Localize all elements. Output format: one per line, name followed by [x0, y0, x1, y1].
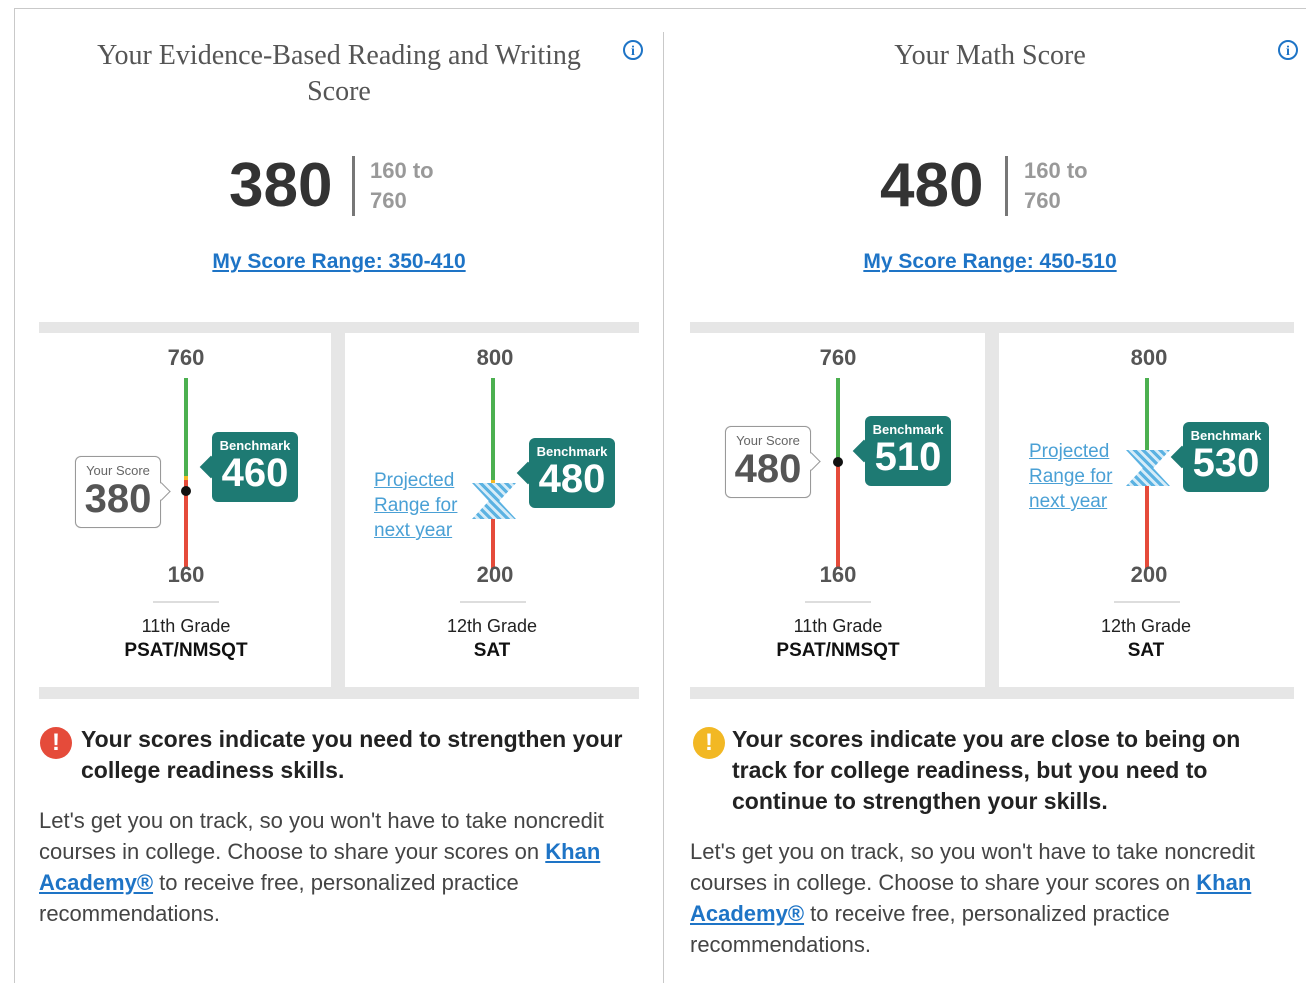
panel-left-border — [14, 8, 15, 983]
above-benchmark-line — [491, 378, 495, 480]
caution-alert-icon: ! — [693, 727, 725, 759]
ebrw-sat-chart: 800 Projected Range for next year Benchm… — [345, 333, 639, 687]
psat-exam-label: PSAT/NMSQT — [776, 640, 900, 661]
sat-top-tick: 800 — [1130, 345, 1168, 370]
projected-range-hatch — [472, 483, 516, 519]
benchmark-value: 480 — [538, 457, 606, 501]
above-benchmark-line — [1145, 378, 1149, 456]
your-score-label: Your Score — [736, 433, 800, 448]
psat-bottom-tick: 160 — [167, 562, 205, 587]
math-benchmark-charts: 760 Your Score 480 Benchmark 510 160 11t… — [690, 322, 1294, 699]
ebrw-psat-chart: 760 Your Score 380 Benchmark 460 160 11t… — [39, 333, 331, 687]
your-score-callout: Your Score 380 — [75, 456, 161, 528]
psat-top-tick: 760 — [819, 345, 857, 370]
above-benchmark-line — [184, 378, 188, 476]
ebrw-benchmark-charts: 760 Your Score 380 Benchmark 460 160 11t… — [39, 322, 639, 699]
sat-grade-label: 12th Grade — [446, 616, 538, 636]
ebrw-title: Your Evidence-Based Reading and Writing … — [97, 40, 581, 107]
ebrw-score-section: Your Evidence-Based Reading and Writing … — [39, 0, 643, 983]
ebrw-info-icon[interactable]: i — [623, 40, 643, 60]
math-psat-chart: 760 Your Score 480 Benchmark 510 160 11t… — [690, 333, 985, 687]
section-divider — [663, 32, 664, 983]
math-sat-chart: 800 Projected Range for next year Benchm… — [999, 333, 1294, 687]
your-score-value: 380 — [84, 477, 152, 521]
tick-underline — [805, 601, 871, 603]
projected-range-hatch — [1126, 450, 1170, 486]
sat-bottom-tick: 200 — [476, 562, 514, 587]
your-score-callout: Your Score 480 — [725, 426, 811, 498]
score-dot — [833, 457, 843, 467]
body-text-start: Let's get you on track, so you won't hav… — [690, 839, 1255, 895]
sat-exam-label: SAT — [473, 640, 511, 661]
benchmark-callout: Benchmark 530 — [1183, 422, 1269, 492]
sat-grade-label: 12th Grade — [1100, 616, 1192, 636]
projected-range-link[interactable]: Projected Range for next year — [374, 468, 466, 543]
math-total-score: 480 — [880, 151, 984, 220]
benchmark-value: 460 — [221, 451, 289, 495]
psat-grade-label: 11th Grade — [793, 616, 883, 636]
your-score-label: Your Score — [86, 463, 150, 478]
below-benchmark-line — [836, 458, 840, 569]
tick-underline — [153, 601, 219, 603]
psat-exam-label: PSAT/NMSQT — [124, 640, 248, 661]
ebrw-guidance-text: Let's get you on track, so you won't hav… — [39, 805, 609, 929]
sat-bottom-tick: 200 — [1130, 562, 1168, 587]
score-dot — [181, 486, 191, 496]
score-separator — [1005, 156, 1008, 216]
math-title: Your Math Score — [894, 40, 1086, 71]
math-alert-headline: Your scores indicate you are close to be… — [732, 726, 1241, 814]
benchmark-callout: Benchmark 510 — [865, 416, 951, 486]
psat-top-tick: 760 — [167, 345, 205, 370]
tick-underline — [1114, 601, 1180, 603]
score-separator — [352, 156, 355, 216]
above-benchmark-line — [836, 378, 840, 458]
benchmark-callout: Benchmark 460 — [212, 432, 298, 502]
math-score-section: Your Math Score i 480 160 to 760 My Scor… — [690, 0, 1298, 983]
sat-exam-label: SAT — [1127, 640, 1165, 661]
projected-range-link[interactable]: Projected Range for next year — [1029, 439, 1121, 514]
ebrw-score-range-link[interactable]: My Score Range: 350-410 — [39, 250, 639, 274]
ebrw-score-row: 380 160 to 760 — [39, 150, 639, 230]
ebrw-alert-headline: Your scores indicate you need to strengt… — [81, 726, 623, 783]
psat-bottom-tick: 160 — [819, 562, 857, 587]
psat-grade-label: 11th Grade — [141, 616, 231, 636]
math-guidance-text: Let's get you on track, so you won't hav… — [690, 836, 1260, 960]
sat-top-tick: 800 — [476, 345, 514, 370]
benchmark-callout: Benchmark 480 — [529, 438, 615, 508]
body-text-start: Let's get you on track, so you won't hav… — [39, 808, 604, 864]
warning-alert-icon: ! — [40, 727, 72, 759]
math-score-scale: 160 to 760 — [1024, 158, 1088, 213]
benchmark-value: 510 — [874, 435, 942, 479]
math-score-row: 480 160 to 760 — [690, 150, 1290, 230]
math-info-icon[interactable]: i — [1278, 40, 1298, 60]
tick-underline — [460, 601, 526, 603]
ebrw-score-scale: 160 to 760 — [370, 158, 434, 213]
ebrw-total-score: 380 — [229, 151, 333, 220]
math-score-range-link[interactable]: My Score Range: 450-510 — [690, 250, 1290, 274]
your-score-value: 480 — [734, 447, 802, 491]
benchmark-value: 530 — [1192, 441, 1260, 485]
